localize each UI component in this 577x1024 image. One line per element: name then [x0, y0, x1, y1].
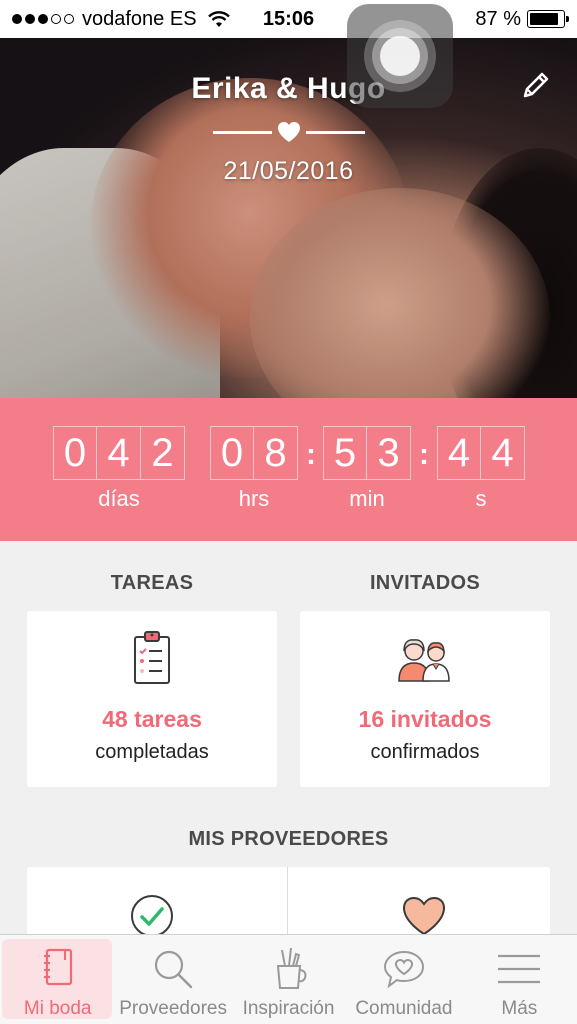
hours-digit: 0	[210, 426, 254, 480]
wifi-icon	[207, 11, 230, 27]
status-time: 15:06	[262, 7, 315, 30]
tab-comunidad[interactable]: Comunidad	[346, 935, 461, 1024]
countdown-days: 0 4 2	[53, 426, 185, 480]
clipboard-checklist-icon	[134, 631, 170, 684]
tab-label: Mi boda	[23, 998, 92, 1019]
tasks-count: 48 tareas	[102, 706, 202, 732]
edit-pencil-icon[interactable]	[519, 68, 553, 102]
days-digit: 0	[53, 426, 97, 480]
title-divider	[213, 120, 365, 144]
tab-bar: Mi boda Proveedores Inspiración Comunida…	[0, 934, 577, 1024]
hours-digit: 8	[254, 426, 298, 480]
status-bar: vodafone ES 15:06 87 %	[0, 0, 577, 38]
guests-status: confirmados	[370, 741, 480, 763]
tab-mas[interactable]: Más	[462, 935, 577, 1024]
countdown-separator: :	[306, 438, 316, 471]
days-digit: 2	[141, 426, 185, 480]
tab-label: Inspiración	[242, 998, 335, 1019]
wedding-date: 21/05/2016	[223, 157, 354, 185]
guests-count: 16 invitados	[358, 706, 492, 732]
minutes-digit: 5	[323, 426, 367, 480]
seconds-digit: 4	[437, 426, 481, 480]
carrier-name: vodafone ES	[82, 7, 197, 30]
couple-names: Erika & Hugo	[191, 72, 386, 105]
signal-strength-icon	[12, 14, 74, 24]
days-digit: 4	[97, 426, 141, 480]
battery-percent: 87 %	[475, 7, 521, 30]
tab-label: Más	[501, 998, 538, 1019]
guests-couple-icon	[398, 639, 450, 682]
vendors-section-title: MIS PROVEEDORES	[188, 828, 389, 850]
check-circle-icon	[131, 895, 173, 937]
seconds-digit: 4	[481, 426, 525, 480]
tasks-section-title: TAREAS	[110, 572, 194, 594]
search-icon	[155, 950, 193, 989]
tasks-status: completadas	[95, 741, 209, 763]
countdown-separator: :	[419, 438, 429, 471]
heart-icon	[278, 122, 300, 142]
assistive-touch-button[interactable]	[347, 4, 453, 108]
tab-label: Proveedores	[119, 998, 227, 1019]
wedding-countdown: 0 4 2 0 8 : 5 3 : 4 4 días hrs min s	[0, 398, 577, 541]
countdown-hours: 0 8	[210, 426, 298, 480]
tab-label: Comunidad	[355, 998, 453, 1019]
menu-icon	[498, 954, 541, 984]
days-label: días	[98, 486, 140, 511]
notebook-icon	[43, 948, 72, 986]
hours-label: hrs	[238, 486, 270, 511]
battery-icon	[527, 10, 569, 28]
countdown-minutes: 5 3	[323, 426, 411, 480]
tasks-card[interactable]: 48 tareas completadas	[27, 611, 277, 787]
guests-card[interactable]: 16 invitados confirmados	[300, 611, 550, 787]
chat-heart-icon	[383, 950, 424, 989]
pencil-cup-icon	[276, 947, 306, 989]
tab-proveedores[interactable]: Proveedores	[115, 935, 230, 1024]
heart-icon	[402, 896, 446, 936]
tab-mi-boda[interactable]: Mi boda	[0, 935, 115, 1024]
minutes-digit: 3	[367, 426, 411, 480]
countdown-seconds: 4 4	[437, 426, 525, 480]
seconds-label: s	[475, 486, 487, 511]
minutes-label: min	[349, 486, 385, 511]
tab-inspiracion[interactable]: Inspiración	[231, 935, 346, 1024]
guests-section-title: INVITADOS	[369, 572, 481, 594]
